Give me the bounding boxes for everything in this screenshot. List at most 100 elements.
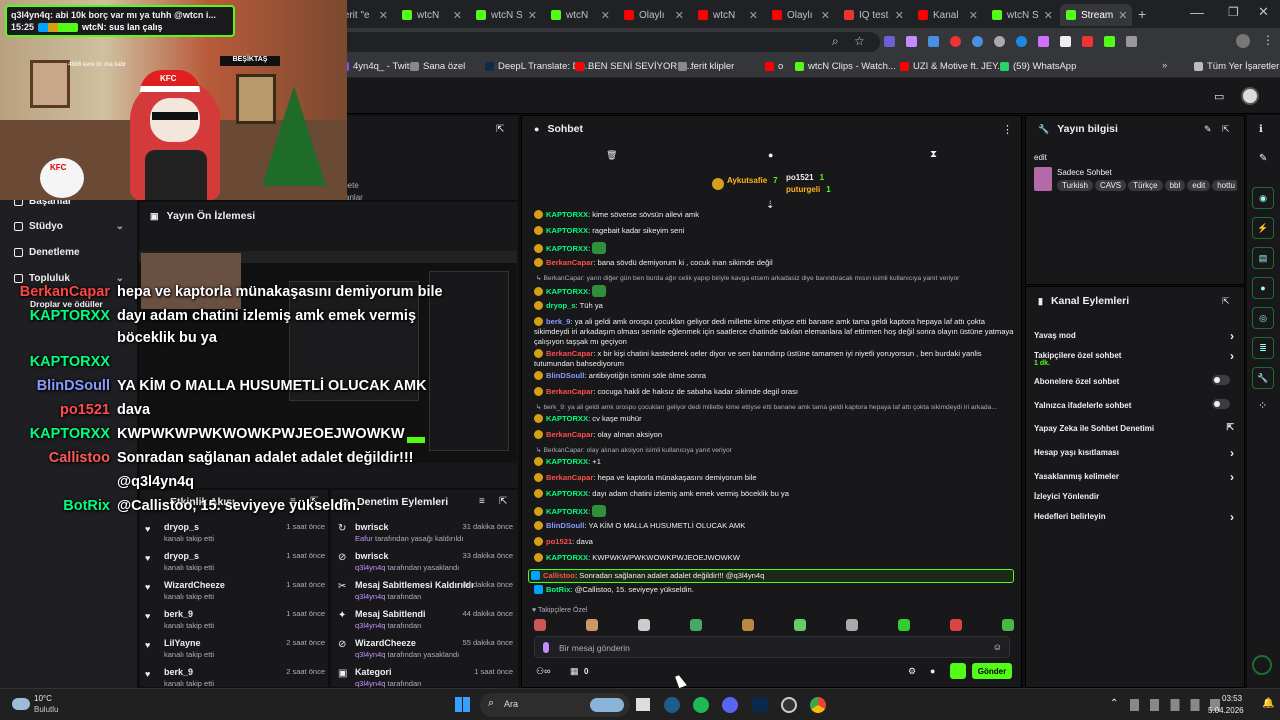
tab-close-icon[interactable]: ✕ [528,9,537,22]
chat-username[interactable]: BerkanCapar [546,387,593,396]
browser-tab[interactable]: wtcN S ✕ [986,4,1058,26]
chat-top-user[interactable]: puturgeli 1 [786,185,831,194]
bot-icon[interactable] [950,663,966,679]
chat-username[interactable]: BlinDSoull [546,521,584,530]
gift-icon[interactable]: ▦ [570,666,579,677]
edit-pencil-icon[interactable]: ✎ [1204,124,1212,135]
stream-tag[interactable]: Turkish [1057,180,1093,191]
chat-top-user[interactable]: Aykutsafie 7 [727,176,778,185]
rail-button-list-icon[interactable]: ≣ [1252,337,1274,359]
taskbar-search[interactable]: ⌕ Ara [480,693,630,717]
chat-message[interactable]: BerkanCapar: bana sövdü demiyorum ki , c… [534,258,1014,268]
nav-item[interactable]: Stüdyo ⌄ [14,221,134,232]
stream-tag[interactable]: Türkçe [1128,180,1163,191]
bookmarks-more[interactable]: » [1162,60,1167,71]
trash-icon[interactable]: 🗑 [606,150,617,161]
restore-icon[interactable]: ❐ [1228,5,1239,19]
bookmark-item[interactable]: (59) WhatsApp [1000,61,1076,72]
chat-message[interactable]: BlinDSoull: YA KİM O MALLA HUSUMETLİ OLU… [534,521,1014,531]
channel-action-row[interactable]: Yalnızca ifadelerle sohbet [1034,399,1238,410]
tray-up-arrow-icon[interactable]: ⌃ [1110,698,1118,709]
browser-tab[interactable]: IQ test ✕ [838,4,910,26]
channel-action-row[interactable]: Yapay Zeka ile Sohbet Denetimi ⇱ [1034,422,1238,433]
steam-icon[interactable] [664,697,680,713]
emote-row[interactable] [534,619,1014,633]
spotify-icon[interactable] [693,697,709,713]
rail-button-bolt-icon[interactable]: ⚡ [1252,217,1274,239]
settings-icon[interactable]: ⚙ [908,666,916,677]
bookmark-item[interactable]: Sana özel [410,61,465,72]
chat-username[interactable]: KAPTORXX [546,489,588,498]
bookmark-item[interactable]: BEN SENİ SEVİYORU... [575,61,692,72]
chat-message[interactable]: KAPTORXX: [534,242,1014,254]
profile-avatar[interactable] [1236,34,1250,48]
add-icon[interactable]: ⁘ [1258,399,1267,412]
chevron-right-icon[interactable]: › [1230,446,1234,460]
nav-item[interactable]: Denetleme [14,247,134,258]
activity-item[interactable]: ♥ dryop_s kanalı takip etti 1 saat önce [145,522,325,550]
channel-action-row[interactable]: Yavaş mod › [1034,329,1238,343]
channel-points-icon[interactable]: ⚇∞ [536,666,550,677]
chat-username[interactable]: KAPTORXX [546,414,588,423]
chat-input[interactable]: Bir mesaj gönderin ☺ [534,636,1010,658]
menu-dots-icon[interactable]: ⋮ [1262,33,1274,47]
chat-message[interactable]: BerkanCapar: olay alınan aksiyon [534,430,1014,440]
chat-username[interactable]: BlinDSoull [546,371,584,380]
address-bar[interactable] [340,32,880,52]
chevron-right-icon[interactable]: › [1230,510,1234,524]
windows-start-icon[interactable] [455,697,470,712]
chat-message[interactable]: KAPTORXX: [534,505,1014,517]
external-link-icon[interactable]: ⇱ [1226,422,1234,433]
browser-tab[interactable]: Olaylı ✕ [766,4,836,26]
toggle-switch[interactable] [1212,375,1230,385]
channel-action-row[interactable]: Yasaklanmış kelimeler › [1034,470,1238,484]
browser-tab[interactable]: Olaylı ✕ [618,4,690,26]
channel-action-row[interactable]: Hedefleri belirleyin › [1034,510,1238,524]
chat-message[interactable]: dryop_s: Tüh ya [534,301,1014,311]
chat-username[interactable]: KAPTORXX [546,553,588,562]
mod-action-item[interactable]: ⊘ WizardCheeze q3l4yn4q tarafından yasakla… [338,638,513,666]
chat-username[interactable]: BerkanCapar [546,349,593,358]
browser-tab[interactable]: wtcN ✕ [545,4,616,26]
chat-message[interactable]: BerkanCapar: x bir kişi chatini kasteder… [534,349,1014,369]
chat-message[interactable]: BotRix: @Callistoo, 15. seviyeye yükseld… [534,585,1014,595]
chat-username[interactable]: BerkanCapar [546,258,593,267]
weather-icon[interactable] [12,698,30,710]
mod-action-item[interactable]: ↻ bwrisck Eafur tarafından yasağı kaldırıl… [338,522,513,550]
zoom-icon[interactable]: ⌕ [832,34,839,49]
info-icon[interactable]: ℹ [1259,124,1263,135]
chat-message[interactable]: KAPTORXX: cv kaşe mühür [534,414,1014,424]
tab-close-icon[interactable]: ✕ [675,9,684,22]
photoshop-icon[interactable] [752,697,768,713]
notification-icon[interactable]: 🔔 [1262,698,1274,709]
chat-message[interactable]: KAPTORXX: ragebait kadar sikeyim seni [534,226,1014,236]
chevron-right-icon[interactable]: › [1230,329,1234,343]
chat-message[interactable]: KAPTORXX: KWPWKWPWKWOWKPWJEOEJWOWKW [534,553,1014,563]
chat-username[interactable]: KAPTORXX [546,507,588,516]
chat-username[interactable]: KAPTORXX [546,287,588,296]
activity-item[interactable]: ♥ LilYayne kanalı takip etti 2 saat önce [145,638,325,666]
popout-icon[interactable]: ⇱ [496,124,504,135]
chat-settings-icon[interactable]: ● [930,666,935,676]
browser-tab[interactable]: wtcN ✕ [692,4,764,26]
browser-tab[interactable]: wtcN S ✕ [470,4,543,26]
tab-close-icon[interactable]: ✕ [601,9,610,22]
task-view-icon[interactable] [636,698,650,711]
toggle-switch[interactable] [1212,399,1230,409]
tab-close-icon[interactable]: ✕ [895,9,904,22]
chat-username[interactable]: Callistoo [543,571,575,580]
chat-username[interactable]: BerkanCapar [546,430,593,439]
camera-icon[interactable]: ▭ [1214,90,1224,103]
chat-message[interactable]: Callistoo: Sonradan sağlanan adalet adal… [528,569,1014,583]
tray-icons[interactable] [1130,699,1220,711]
stream-tag[interactable]: bbl [1164,180,1186,191]
user-avatar[interactable] [1241,87,1259,105]
mod-action-item[interactable]: ✂ Mesaj Sabitlemesi Kaldırıldı q3l4yn4q ta… [338,580,513,608]
mod-action-item[interactable]: ⊘ bwrisck q3l4yn4q tarafından yasaklandı 33… [338,551,513,579]
chat-message[interactable]: berk_9: ya ali geldi amk orospu çocuklar… [534,317,1014,347]
status-icon[interactable] [1252,655,1272,675]
stream-tag[interactable]: edit [1187,180,1211,191]
rail-button-wrench-icon[interactable]: 🔧 [1252,367,1274,389]
edit-icon[interactable]: ✎ [1259,153,1267,164]
chevron-down-icon[interactable]: ⌄ [116,221,124,232]
